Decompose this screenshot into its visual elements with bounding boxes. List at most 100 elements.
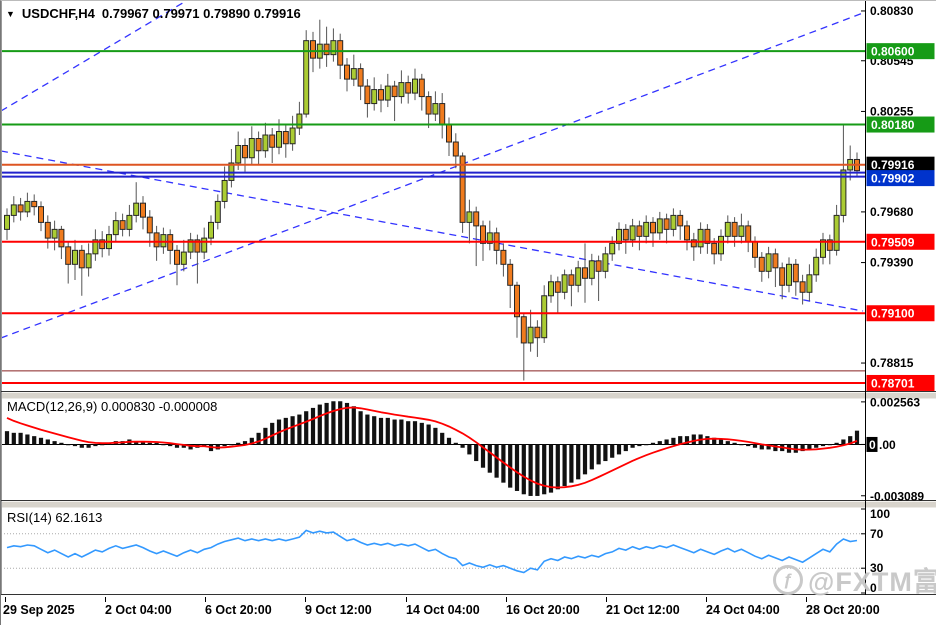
time-tick-label: 29 Sep 2025 (3, 603, 75, 617)
macd-histogram-bar (11, 432, 16, 445)
macd-histogram-bar (392, 419, 397, 445)
candle-body-bull (718, 235, 724, 255)
price-badge-label: 0.80600 (871, 45, 915, 59)
rsi-panel[interactable] (1, 529, 865, 574)
macd-histogram-bar (752, 444, 758, 448)
macd-histogram-bar (487, 444, 492, 473)
macd-histogram-bar (718, 439, 724, 445)
candle-body-bull (10, 204, 17, 216)
candle-body-bull (24, 200, 31, 213)
macd-panel[interactable] (1, 401, 865, 496)
macd-histogram-bar (820, 444, 826, 447)
main-panel[interactable] (1, 1, 865, 384)
macd-axis[interactable]: 0.002563 0.00 -0.003089 (861, 395, 924, 503)
macd-histogram-bar (229, 444, 234, 446)
macd-signal-line (6, 406, 858, 489)
macd-histogram-bar (86, 444, 91, 448)
candle-body-bull (289, 127, 296, 145)
macd-histogram-bar (494, 444, 499, 478)
candle-body-bear (568, 274, 575, 286)
candle-body-bear (31, 200, 38, 208)
macd-histogram-bar (100, 444, 105, 446)
macd-zero-badge-label: 0 (869, 438, 876, 452)
candle-body-bull (697, 228, 704, 248)
candle-body-bull (208, 221, 214, 239)
candle-body-bear (405, 82, 412, 94)
candle-body-bull (412, 78, 418, 94)
time-tick-label: 16 Oct 20:00 (506, 603, 580, 617)
candle-body-bear (677, 214, 684, 227)
macd-histogram-bar (467, 444, 472, 455)
macd-histogram-bar (453, 442, 458, 445)
candle-body-bull (806, 274, 813, 293)
candle-body-bear (473, 211, 480, 227)
macd-histogram-bar (576, 444, 581, 480)
macd-histogram-bar (582, 444, 588, 475)
macd-histogram-bar (610, 444, 615, 458)
macd-histogram-bar (310, 407, 316, 445)
candle-body-bull (85, 253, 92, 269)
macd-histogram-bar (283, 417, 288, 445)
time-tick-label: 14 Oct 04:00 (406, 603, 480, 617)
candle-body-bear (500, 249, 507, 265)
time-axis[interactable]: 29 Sep 2025 2 Oct 04:00 6 Oct 20:00 9 Oct 1… (3, 597, 880, 617)
candle-body-bull (602, 253, 609, 272)
macd-histogram-bar (650, 442, 656, 445)
candle-body-bull (548, 281, 554, 297)
macd-histogram-bar (562, 444, 567, 486)
macd-histogram-bar (827, 444, 832, 446)
candle-body-bear (779, 267, 786, 286)
candle-body-bull (221, 179, 228, 202)
price-tick-label: 0.79390 (870, 256, 914, 270)
candle-body-bear (595, 260, 602, 272)
rsi-tick-label: 70 (870, 527, 884, 541)
candle-body-bear (663, 218, 670, 230)
trendline-2[interactable] (1, 1, 187, 112)
macd-histogram-bar (623, 444, 628, 452)
macd-histogram-bar (746, 444, 751, 447)
candle-body-bull (201, 237, 208, 253)
candle-body-bull (72, 249, 78, 265)
macd-histogram-bar (351, 406, 356, 445)
candle-body-bull (235, 145, 242, 164)
macd-histogram-bar (378, 417, 384, 445)
macd-histogram-bar (433, 427, 438, 445)
candle-body-bear (38, 206, 44, 223)
trendline-1[interactable] (1, 12, 864, 339)
price-axis[interactable]: 0.808300.805450.802550.796800.793900.788… (861, 4, 935, 391)
price-tick-label: 0.78815 (870, 356, 914, 370)
candle-body-bear (622, 228, 629, 241)
macd-histogram-bar (589, 444, 594, 470)
candle-body-bull (765, 253, 772, 272)
chart-plot-area[interactable]: 0.808300.805450.802550.796800.793900.788… (1, 1, 936, 625)
macd-histogram-bar (222, 444, 227, 447)
macd-histogram-bar (406, 421, 411, 445)
candle-body-bull (214, 200, 221, 223)
macd-histogram-bar (331, 401, 336, 445)
candle-body-bull (670, 214, 677, 230)
rsi-tick-label: 30 (870, 561, 884, 575)
candle-body-bull (575, 267, 582, 286)
macd-histogram-bar (25, 434, 30, 445)
macd-histogram-bar (725, 441, 730, 445)
candle-body-bear (425, 96, 432, 115)
time-tick-label: 21 Oct 12:00 (606, 603, 680, 617)
macd-histogram-bar (569, 444, 574, 483)
candle-body-bear (772, 253, 779, 269)
candle-body-bear (58, 228, 65, 248)
candle-body-bear (731, 221, 738, 237)
macd-histogram-bar (147, 442, 152, 445)
macd-histogram-bar (644, 444, 649, 446)
candle-body-bear (269, 134, 276, 148)
candle-body-bear (418, 78, 425, 98)
candle-body-bull (4, 214, 10, 230)
macd-histogram-bar (324, 402, 329, 445)
candle-body-bear (792, 263, 799, 283)
candle-body-bear (119, 220, 126, 230)
candle-body-bull (609, 242, 616, 255)
macd-histogram-bar (52, 441, 57, 445)
macd-histogram-bar (521, 444, 526, 495)
macd-histogram-bar (603, 444, 608, 462)
candle-body-bear (752, 241, 758, 258)
candle-body-bull (262, 134, 269, 152)
